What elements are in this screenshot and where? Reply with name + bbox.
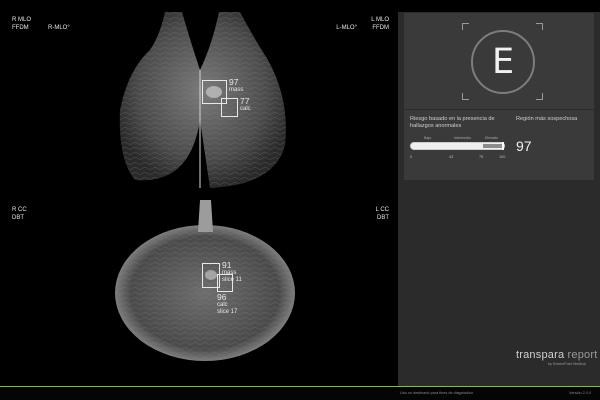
risk-marker [502,142,505,150]
tick-label: 75 [479,155,484,159]
view-label-lmlo: L MLO FFDM [371,17,389,31]
legend-low: Bajo [424,136,432,140]
risk-bar [410,142,505,150]
finding-label-mlo-mass: 97 mass [229,77,244,94]
finding-label-cc-calc: 96 calc slice 17 [217,292,238,315]
finding-box-mlo-calc[interactable] [221,98,238,117]
footer-version: Versión 2.0.0 [569,391,592,395]
risk-card: Riesgo basado en la presencia de hallazg… [404,110,594,180]
footer-disclaimer: Uso no destinado para fines de diagnósti… [400,391,473,395]
brand-logo: transpara report [516,349,598,361]
mammogram-images [115,12,295,361]
exam-category-letter: E [491,42,515,82]
view-overlay-lmlo: L-MLO° [336,25,357,31]
exam-category-badge: E [471,30,535,94]
view-label-rmlo: R MLO FFDM [12,17,32,31]
tick-label: 0 [410,155,413,159]
view-label-rcc: R CC DBT [12,207,27,221]
brand-subtitle: by ScreenPoint Medical [548,362,586,366]
frame-corner [536,93,543,100]
finding-box-cc-calc[interactable] [217,274,233,292]
frame-corner [462,93,469,100]
frame-corner [462,23,469,30]
risk-title: Riesgo basado en la presencia de hallazg… [410,116,495,129]
tick-label: 100 [499,155,506,159]
frame-corner [536,23,543,30]
region-title: Región más sospechosa [516,116,578,122]
tick-label: 43 [449,155,454,159]
legend-intermediate: Intermedio [454,136,471,140]
footer-accent-line [0,386,600,387]
legend-high: Elevado [485,136,498,140]
risk-bar-high-zone [483,144,504,148]
view-label-lcc: L CC DBT [375,207,389,221]
region-score: 97 [516,138,532,154]
mammogram-viewer[interactable]: R MLO FFDM R-MLO° L MLO FFDM L-MLO° R CC… [0,0,397,386]
footer-bar: Uso no destinado para fines de diagnósti… [0,386,600,400]
report-panel: E Riesgo basado en la presencia de halla… [398,12,600,386]
exam-category-card: E [404,13,594,109]
view-overlay-rmlo: R-MLO° [48,25,70,31]
finding-label-mlo-calc: 77 calc [240,96,251,113]
